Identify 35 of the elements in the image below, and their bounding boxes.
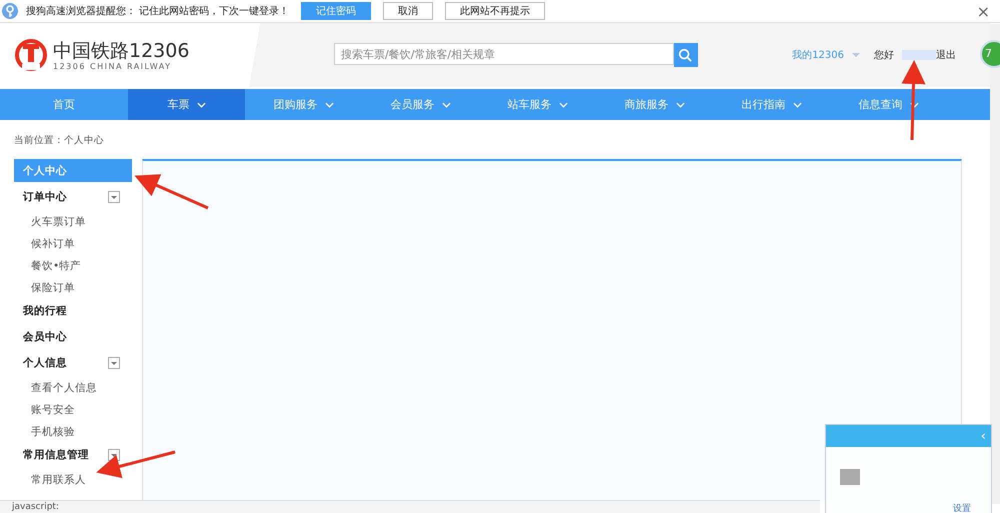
- status-text: javascript:: [12, 501, 59, 513]
- nav-tab[interactable]: 车票: [128, 89, 245, 120]
- sidebar-subitem[interactable]: 火车票订单: [14, 211, 86, 233]
- close-button[interactable]: ×: [976, 2, 990, 20]
- logo-title: 中国铁路12306: [53, 40, 190, 62]
- sidebar-item[interactable]: 订单中心: [14, 185, 132, 208]
- railway-logo-icon: [14, 38, 48, 72]
- collapse-toggle-icon: [108, 356, 120, 368]
- sidebar-item[interactable]: 常用信息管理: [14, 443, 132, 466]
- settings-link[interactable]: 设置: [953, 504, 971, 513]
- sidebar-item[interactable]: 个人信息: [14, 351, 132, 374]
- caret-icon: [852, 53, 860, 57]
- greeting-text: 您好: [874, 49, 894, 62]
- scrollbar[interactable]: [990, 24, 1000, 504]
- sidebar-subitem[interactable]: 账号安全: [14, 399, 75, 421]
- popup-thumbnail: [840, 469, 860, 485]
- sidebar-subitem[interactable]: 保险订单: [14, 277, 75, 299]
- sidebar-item[interactable]: 会员中心: [14, 325, 132, 348]
- breadcrumb: 当前位置：个人中心: [14, 134, 105, 148]
- prompt-message: 搜狗高速浏览器提醒您： 记住此网站密码，下次一键登录！: [26, 4, 290, 18]
- sidebar-subitem[interactable]: 常用联系人: [14, 469, 86, 491]
- prompt-button[interactable]: 取消: [383, 2, 434, 20]
- search-icon: [678, 48, 692, 62]
- prompt-button[interactable]: 此网站不再提示: [445, 2, 546, 20]
- logout-link[interactable]: 退出: [936, 48, 956, 62]
- sidebar-subitem[interactable]: 手机核验: [14, 421, 75, 443]
- search-button[interactable]: [674, 43, 698, 67]
- sidebar-subitem[interactable]: 查看个人信息: [14, 377, 97, 399]
- collapse-toggle-icon: [108, 190, 120, 202]
- blurred-username: [902, 50, 936, 60]
- logo-subtitle: 12306 CHINA RAILWAY: [53, 62, 172, 70]
- sidebar-subitem[interactable]: 候补订单: [14, 233, 75, 255]
- sidebar-item[interactable]: 我的行程: [14, 299, 132, 322]
- search-field[interactable]: 搜索车票/餐饮/常旅客/相关规章: [334, 43, 674, 65]
- sidebar-subitem[interactable]: 餐饮•特产: [14, 255, 82, 277]
